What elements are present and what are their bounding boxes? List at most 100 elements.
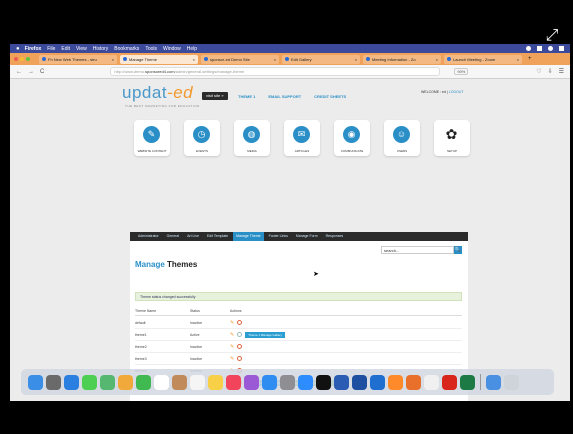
dock-appstore-icon[interactable] <box>262 374 277 390</box>
media-tile[interactable]: ◍ MEDIA <box>234 120 270 156</box>
dock-safari-icon[interactable] <box>64 374 79 390</box>
dock-acrobat-icon[interactable] <box>442 374 457 390</box>
browser-tab[interactable]: Meeting Information - Zo × <box>363 54 441 64</box>
close-tab-icon[interactable]: × <box>110 57 114 62</box>
communicate-tile[interactable]: ◉ COMMUNICATE <box>334 120 370 156</box>
edit-icon[interactable]: ✎ <box>230 332 234 338</box>
admin-menu-footer-links[interactable]: Footer Links <box>266 232 291 241</box>
menu-icon[interactable]: ☰ <box>559 68 564 75</box>
visit-site-button[interactable]: visit site » <box>202 92 228 100</box>
dock-maps-icon[interactable] <box>100 374 115 390</box>
browser-tab[interactable]: Edit Gallery × <box>282 54 360 64</box>
site-logo[interactable]: updat-ed <box>122 83 193 103</box>
dock-word-icon[interactable] <box>334 374 349 390</box>
toggle-status-icon[interactable] <box>237 332 243 337</box>
dock-music-icon[interactable] <box>226 374 241 390</box>
dock-facetime-icon[interactable] <box>136 374 151 390</box>
dock-excel-icon[interactable] <box>460 374 475 390</box>
back-icon[interactable]: ← <box>16 69 22 75</box>
header-link-theme[interactable]: THEME 1 <box>238 94 255 99</box>
admin-menu-edit-template[interactable]: Edit Template <box>204 232 231 241</box>
search-icon[interactable] <box>548 46 553 51</box>
setup-tile[interactable]: ✿ SETUP <box>434 120 470 156</box>
zoom-window-icon[interactable] <box>26 57 30 61</box>
menubar-item[interactable]: History <box>93 46 109 52</box>
menubar-item[interactable]: Bookmarks <box>114 46 139 52</box>
admin-menu-responses[interactable]: Responses <box>323 232 347 241</box>
downloads-icon[interactable]: ⇩ <box>548 68 553 75</box>
menubar-item[interactable]: Help <box>187 46 197 52</box>
edit-icon[interactable]: ✎ <box>230 344 234 350</box>
manage-gallery-button[interactable]: Theme 1 Manage Gallery <box>245 331 286 338</box>
admin-menu-administrator[interactable]: Administrator <box>135 232 162 241</box>
menubar-item[interactable]: Window <box>163 46 181 52</box>
dock-calendar-icon[interactable] <box>154 374 169 390</box>
apple-icon[interactable]: ● <box>16 46 20 52</box>
browser-tab[interactable]: Launch Meeting - Zoom × <box>444 54 522 64</box>
header-link-credit-sheets[interactable]: CREDIT SHEETS <box>314 94 346 99</box>
menubar-item[interactable]: Tools <box>145 46 157 52</box>
dock-trash-icon[interactable] <box>504 374 519 390</box>
search-icon[interactable]: 🔍 <box>454 246 462 254</box>
articles-tile[interactable]: ✉ ARTICLES <box>284 120 320 156</box>
toggle-status-icon[interactable] <box>237 320 243 325</box>
pocket-icon[interactable]: ♡ <box>536 68 541 75</box>
users-tile[interactable]: ☺ USERS <box>384 120 420 156</box>
admin-menu-manage-theme[interactable]: Manage Theme <box>233 232 264 241</box>
browser-tab[interactable]: sponsor-ed Demo Site × <box>201 54 279 64</box>
dock-zoom-icon[interactable] <box>298 374 313 390</box>
dock-messages-icon[interactable] <box>82 374 97 390</box>
status-menu-icons <box>526 46 564 51</box>
events-tile[interactable]: ◷ EVENTS <box>184 120 220 156</box>
toggle-status-icon[interactable] <box>237 344 243 349</box>
dock-podcasts-icon[interactable] <box>244 374 259 390</box>
dock-settings-icon[interactable] <box>280 374 295 390</box>
edit-icon[interactable]: ✎ <box>230 320 234 326</box>
dock-firefox-icon[interactable] <box>388 374 403 390</box>
dock-downloads-icon[interactable] <box>486 374 501 390</box>
dock-launchpad-icon[interactable] <box>46 374 61 390</box>
reload-icon[interactable]: C <box>40 69 44 75</box>
forward-icon[interactable]: → <box>28 69 34 75</box>
menubar-item[interactable]: File <box>47 46 55 52</box>
header-link-email-support[interactable]: EMAIL SUPPORT <box>268 94 301 99</box>
admin-menu-art-live[interactable]: Art Live <box>184 232 202 241</box>
close-tab-icon[interactable]: × <box>272 57 276 62</box>
close-tab-icon[interactable]: × <box>353 57 357 62</box>
toggle-status-icon[interactable] <box>237 356 243 361</box>
url-bar[interactable]: http://www.demo. sponsored4.com/admin/gen… <box>110 67 441 76</box>
dock-tv-icon[interactable] <box>316 374 331 390</box>
control-center-icon[interactable] <box>559 46 564 51</box>
dock-chrome-icon[interactable] <box>424 374 439 390</box>
column-header-theme-name: Theme Name <box>135 309 157 313</box>
dock-outlook-icon[interactable] <box>370 374 385 390</box>
zoom-level[interactable]: 90% <box>454 68 469 75</box>
close-tab-icon[interactable]: × <box>434 57 438 62</box>
battery-icon[interactable] <box>537 46 542 51</box>
admin-menu-general[interactable]: General <box>164 232 182 241</box>
edit-icon[interactable]: ✎ <box>230 356 234 362</box>
close-window-icon[interactable] <box>14 57 18 61</box>
browser-tab-active[interactable]: Manage Theme × <box>120 54 198 64</box>
wifi-icon[interactable] <box>526 46 531 51</box>
close-tab-icon[interactable]: × <box>515 57 519 62</box>
dock-photos-icon[interactable] <box>118 374 133 390</box>
search-input[interactable] <box>381 246 454 254</box>
new-tab-icon[interactable]: + <box>528 56 532 62</box>
menubar-item[interactable]: Firefox <box>25 46 42 52</box>
dock-finder-icon[interactable] <box>28 374 43 390</box>
admin-menu-manage-form[interactable]: Manage Form <box>293 232 321 241</box>
expand-icon[interactable]: ⤢ <box>543 27 561 45</box>
dock-illustrator-icon[interactable] <box>406 374 421 390</box>
website-content-tile[interactable]: ✎ WEBSITE CONTENT <box>134 120 170 156</box>
dock-reminders-icon[interactable] <box>190 374 205 390</box>
logout-link[interactable]: LOGOUT <box>449 90 464 94</box>
dock-photoshop-icon[interactable] <box>352 374 367 390</box>
dock-contacts-icon[interactable] <box>172 374 187 390</box>
menubar-item[interactable]: View <box>76 46 87 52</box>
menubar-item[interactable]: Edit <box>61 46 70 52</box>
minimize-window-icon[interactable] <box>20 57 24 61</box>
close-tab-icon[interactable]: × <box>191 57 195 62</box>
dock-notes-icon[interactable] <box>208 374 223 390</box>
browser-tab[interactable]: Fh New Web Themes - stru × <box>39 54 117 64</box>
